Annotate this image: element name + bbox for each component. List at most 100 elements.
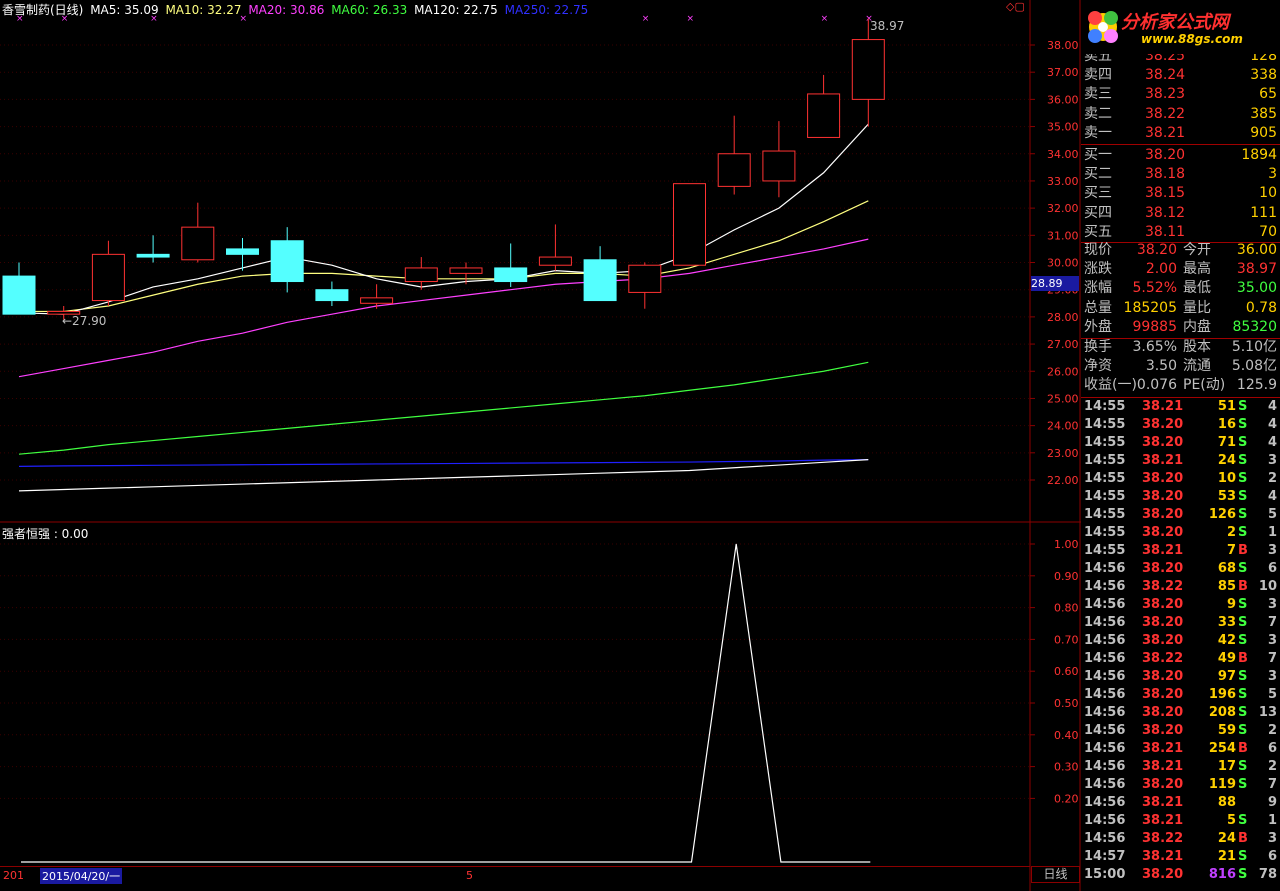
trade-price: 38.20: [1142, 471, 1184, 486]
trade-volume: 5: [1226, 813, 1236, 828]
trade-volume: 2: [1226, 525, 1236, 540]
trade-price: 38.21: [1142, 759, 1184, 774]
trade-volume: 97: [1217, 669, 1236, 684]
price-axis-label: 24.00: [1047, 420, 1079, 433]
trade-time: 14:56: [1084, 777, 1126, 792]
period-button[interactable]: 日线: [1031, 866, 1080, 883]
price-axis-label: 23.00: [1047, 447, 1079, 460]
site-logo: 分析家公式网 www.88gs.com: [1081, 0, 1280, 54]
ma20-label: MA20: 30.86: [248, 3, 325, 17]
trade-time: 14:56: [1084, 561, 1126, 576]
trade-price: 38.21: [1142, 543, 1184, 558]
trade-price: 38.20: [1142, 615, 1184, 630]
trade-time: 14:55: [1084, 417, 1126, 432]
trade-row: 15:00 38.20 816 S 78: [1081, 866, 1280, 884]
candle-body: [226, 248, 259, 255]
quote-panel: 卖五 38.25 128 卖四 38.24 338 卖三 38.23 65 卖二 38.22 385 卖…: [1081, 0, 1280, 891]
trade-time: 14:56: [1084, 633, 1126, 648]
candle-body: [762, 150, 796, 182]
trade-side: S: [1238, 669, 1248, 684]
level-price: 38.23: [1145, 86, 1186, 103]
trade-count: 3: [1267, 633, 1277, 648]
stat-value: 5.52%: [1132, 280, 1177, 297]
indicator-axis-label: 0.50: [1054, 697, 1079, 710]
trade-time: 14:56: [1084, 741, 1126, 756]
trade-count: 6: [1267, 849, 1277, 864]
trade-side: S: [1238, 849, 1248, 864]
high-price-label: 38.97: [870, 19, 905, 33]
indicator-tab-bar[interactable]: [0, 884, 700, 891]
trade-row: 14:56 38.21 5 S 1: [1081, 812, 1280, 830]
candle-body: [91, 253, 125, 302]
stat-label: 最高: [1183, 261, 1211, 278]
window-toggle-icon[interactable]: ◇▢: [1006, 0, 1025, 13]
trade-price: 38.21: [1142, 399, 1184, 414]
trade-count: 1: [1267, 813, 1277, 828]
trade-side: S: [1238, 597, 1248, 612]
ma5-line: [18, 123, 869, 315]
stat-row: 外盘 99885 内盘 85320: [1081, 318, 1280, 337]
trade-time: 14:55: [1084, 543, 1126, 558]
candle-body: [717, 153, 751, 187]
trade-side: S: [1238, 777, 1248, 792]
trade-price: 38.20: [1142, 723, 1184, 738]
trade-time: 14:56: [1084, 813, 1126, 828]
indicator-axis-label: 0.20: [1054, 792, 1079, 805]
fund-row: 换手 3.65% 股本 5.10亿: [1081, 338, 1280, 357]
level-volume: 3: [1268, 166, 1277, 183]
trade-price: 38.21: [1142, 453, 1184, 468]
trade-price: 38.20: [1142, 507, 1184, 522]
trade-row: 14:56 38.20 42 S 3: [1081, 632, 1280, 650]
stat-value: 85320: [1232, 318, 1277, 335]
trade-row: 14:55 38.21 51 S 4: [1081, 398, 1280, 416]
level-label: 买一: [1084, 147, 1112, 163]
trade-time: 14:56: [1084, 723, 1126, 738]
level-price: 38.20: [1145, 147, 1186, 163]
candle-body: [270, 240, 304, 283]
trade-count: 4: [1267, 435, 1277, 450]
fund-value: 0.076: [1136, 377, 1177, 394]
trade-price: 38.22: [1142, 831, 1184, 846]
indicator-axis-label: 0.70: [1054, 633, 1079, 646]
trade-count: 7: [1267, 615, 1277, 630]
stat-value: 2.00: [1145, 261, 1177, 278]
level-price: 38.12: [1145, 204, 1186, 221]
stat-label: 今开: [1183, 242, 1211, 258]
sell-level-row: 卖四 38.24 338: [1081, 66, 1280, 85]
level-price: 38.15: [1145, 185, 1186, 202]
chart-area[interactable]: 38.00 37.00 36.00 35.00 34.00 33.00 32.00 31.00…: [0, 0, 1081, 891]
trade-side: S: [1238, 417, 1248, 432]
trade-count: 2: [1267, 759, 1277, 774]
trade-row: 14:56 38.20 97 S 3: [1081, 668, 1280, 686]
logo-url: www.88gs.com: [1141, 32, 1243, 46]
stat-label: 涨幅: [1084, 280, 1112, 297]
stat-value: 0.78: [1245, 299, 1277, 316]
trade-count: 7: [1267, 777, 1277, 792]
trade-volume: 196: [1208, 687, 1236, 702]
sell-level-row: 卖三 38.23 65: [1081, 85, 1280, 104]
trade-row: 14:56 38.20 208 S 13: [1081, 704, 1280, 722]
trade-time: 14:56: [1084, 687, 1126, 702]
trade-time: 14:55: [1084, 525, 1126, 540]
ma120-label: MA120: 22.75: [414, 3, 498, 17]
trade-volume: 10: [1217, 471, 1236, 486]
buy-level-row: 买四 38.12 111: [1081, 204, 1280, 223]
signal-marker: ×: [642, 14, 650, 24]
trade-side: S: [1238, 705, 1248, 720]
trade-side: S: [1238, 759, 1248, 774]
trade-side: B: [1238, 651, 1248, 666]
stock-title: 香雪制药(日线): [2, 3, 84, 17]
trade-price: 38.21: [1142, 795, 1184, 810]
stat-row: 现价 38.20 今开 36.00: [1081, 241, 1280, 260]
trade-price: 38.20: [1142, 633, 1184, 648]
trade-price: 38.20: [1142, 777, 1184, 792]
level-price: 38.22: [1145, 105, 1186, 122]
trade-time: 14:56: [1084, 831, 1126, 846]
kline-chart[interactable]: 38.00 37.00 36.00 35.00 34.00 33.00 32.00 31.00…: [0, 0, 1081, 891]
fund-value: 3.50: [1145, 358, 1177, 375]
ma250-line: [18, 459, 869, 468]
trade-time: 14:55: [1084, 471, 1126, 486]
level-label: 卖一: [1084, 124, 1112, 141]
trade-side: S: [1238, 633, 1248, 648]
date-marker: 5: [466, 869, 473, 882]
